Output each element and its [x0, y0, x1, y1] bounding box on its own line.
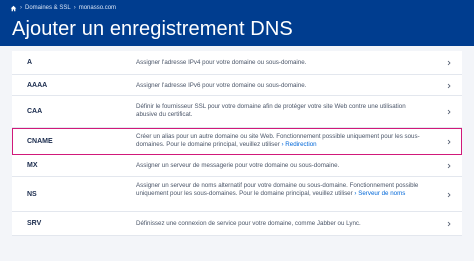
chevron-right-icon	[446, 221, 452, 227]
serveur-de-noms-link[interactable]: › Serveur de noms	[354, 190, 405, 197]
record-type-label: NS	[27, 191, 37, 198]
chevron-right-icon	[446, 109, 452, 115]
record-description: Assigner un serveur de messagerie pour v…	[136, 162, 340, 169]
record-description: Assigner un serveur de noms alternatif p…	[136, 182, 424, 199]
breadcrumb: › Domaines & SSL › monasso.com	[10, 3, 116, 13]
record-row-caa[interactable]: CAA Définir le fournisseur SSL pour votr…	[12, 96, 462, 128]
dns-record-type-list: A Assigner l'adresse IPv4 pour votre dom…	[12, 51, 462, 236]
chevron-right-icon	[446, 192, 452, 198]
record-description: Définissez une connexion de service pour…	[136, 220, 361, 227]
record-type-label: MX	[27, 162, 38, 169]
page-title: Ajouter un enregistrement DNS	[12, 18, 293, 40]
record-type-label: AAAA	[27, 82, 48, 89]
record-row-a[interactable]: A Assigner l'adresse IPv4 pour votre dom…	[12, 51, 462, 75]
record-type-label: CAA	[27, 108, 43, 115]
link-arrow: ›	[281, 141, 284, 149]
chevron-right-icon	[446, 163, 452, 169]
breadcrumb-separator: ›	[20, 5, 22, 11]
record-row-cname[interactable]: CNAME Créer un alias pour un autre domai…	[12, 128, 462, 155]
breadcrumb-domain[interactable]: monasso.com	[79, 5, 116, 11]
record-type-label: CNAME	[27, 138, 53, 145]
record-row-ns[interactable]: NS Assigner un serveur de noms alternati…	[12, 177, 462, 212]
link-label: Redirection	[285, 141, 317, 149]
home-icon[interactable]	[10, 5, 17, 12]
header-bar: › Domaines & SSL › monasso.com Ajouter u…	[0, 0, 474, 46]
record-description: Assigner l'adresse IPv6 pour votre domai…	[136, 82, 307, 89]
chevron-right-icon	[446, 60, 452, 66]
record-row-mx[interactable]: MX Assigner un serveur de messagerie pou…	[12, 155, 462, 177]
breadcrumb-separator: ›	[73, 5, 76, 11]
record-description-text: Créer un alias pour un autre domaine ou …	[136, 133, 420, 149]
record-row-srv[interactable]: SRV Définissez une connexion de service …	[12, 212, 462, 236]
record-type-label: SRV	[27, 220, 42, 227]
redirection-link[interactable]: › Redirection	[282, 141, 317, 148]
record-type-label: A	[27, 59, 33, 66]
record-description: Créer un alias pour un autre domaine ou …	[136, 133, 424, 150]
link-label: Serveur de noms	[358, 190, 406, 198]
record-description: Assigner l'adresse IPv4 pour votre domai…	[136, 59, 307, 66]
chevron-right-icon	[446, 83, 452, 89]
chevron-right-icon	[446, 139, 452, 145]
record-description: Définir le fournisseur SSL pour votre do…	[136, 103, 406, 119]
breadcrumb-domaines-ssl[interactable]: Domaines & SSL	[25, 5, 71, 11]
record-row-aaaa[interactable]: AAAA Assigner l'adresse IPv6 pour votre …	[12, 75, 462, 96]
link-arrow: ›	[354, 190, 357, 198]
